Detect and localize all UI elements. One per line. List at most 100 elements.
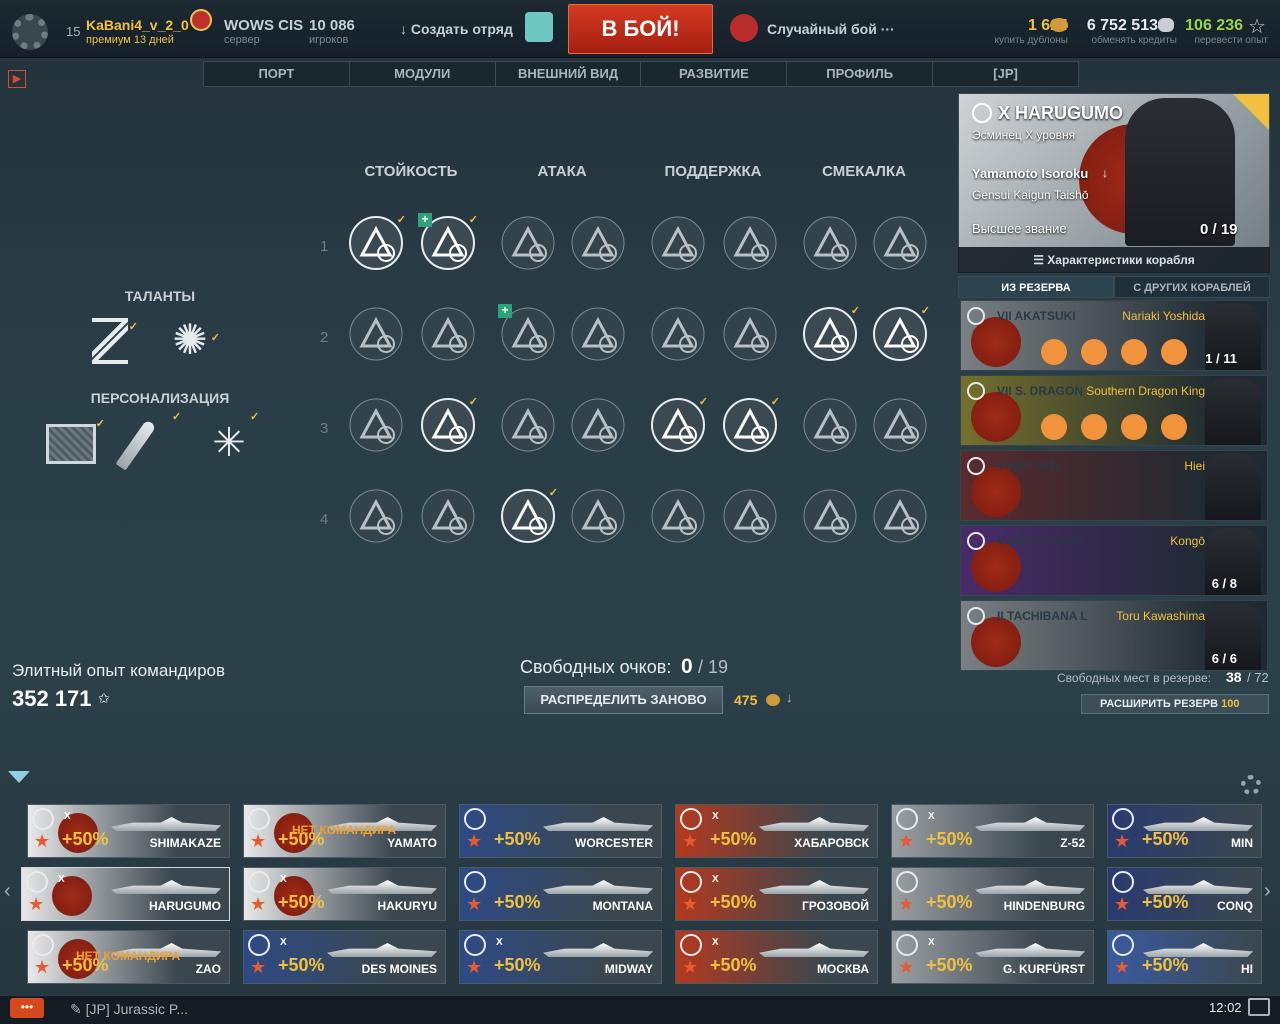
ship-class-icon — [680, 934, 702, 956]
nav-profile[interactable]: ПРОФИЛЬ — [787, 62, 934, 86]
squad-icon[interactable] — [525, 12, 553, 42]
reserve-commander[interactable]: V ARP KONGŌ Kongō 6 / 8 — [960, 525, 1268, 596]
carousel-right-arrow[interactable]: › — [1264, 880, 1271, 903]
convert-xp-link[interactable]: перевести опыт — [1168, 35, 1268, 46]
ship-tile[interactable]: ★ +50% НЕТ КОМАНДИРА YAMATO — [243, 804, 446, 858]
skill-r3-c7-icon[interactable] — [802, 397, 858, 453]
skill-r3-c5-icon[interactable]: ✓ — [650, 396, 708, 453]
redistribute-button[interactable]: РАСПРЕДЕЛИТЬ ЗАНОВО — [524, 686, 723, 714]
skill-r2-c6-icon[interactable] — [722, 306, 778, 362]
buy-doubloons-link[interactable]: купить дублоны — [958, 35, 1068, 46]
clock: 12:02 — [1209, 1000, 1242, 1015]
settings-gear-icon[interactable] — [12, 14, 48, 50]
ship-tile[interactable]: X ★ +50% Z-52 — [891, 804, 1094, 858]
reserve-commander-name: Kongō — [1170, 534, 1205, 548]
tab-other-ships[interactable]: С ДРУГИХ КОРАБЛЕЙ — [1114, 276, 1270, 298]
skill-r2-c1-icon[interactable] — [348, 306, 404, 362]
ship-class-icon — [967, 532, 985, 550]
skill-r4-c2-icon[interactable] — [420, 488, 476, 544]
skill-r1-c6-icon[interactable] — [722, 215, 778, 271]
exchange-credits-link[interactable]: обменять кредиты — [1067, 35, 1177, 46]
ship-tile[interactable]: ★ +50% HI — [1107, 930, 1262, 984]
nav-port[interactable]: ПОРТ — [204, 62, 350, 86]
skill-r1-c2-icon[interactable]: ✓ + — [418, 213, 478, 271]
ship-tile[interactable]: ★ +50% HINDENBURG — [891, 867, 1094, 921]
skill-r3-c8-icon[interactable] — [872, 397, 928, 453]
skill-r4-c3-icon[interactable]: ✓ — [500, 487, 558, 544]
reserve-commander[interactable]: VII AKATSUKI Nariaki Yoshida 1 / 11 — [960, 300, 1268, 371]
video-play-icon[interactable]: ▶ — [8, 70, 26, 88]
skill-r1-c1-icon[interactable]: ✓ — [348, 214, 406, 271]
ship-name: МОСКВА — [816, 962, 869, 976]
skill-r1-c7-icon[interactable] — [802, 215, 858, 271]
cost-dropdown-icon[interactable]: ↓ — [786, 690, 793, 705]
skill-r2-c3-icon[interactable]: + — [498, 304, 556, 362]
nav-clan[interactable]: [JP] — [933, 62, 1078, 86]
ship-stats-button[interactable]: ☰ Характеристики корабля — [958, 247, 1270, 273]
nav-development[interactable]: РАЗВИТИЕ — [641, 62, 788, 86]
random-battle-icon[interactable] — [730, 14, 758, 42]
skill-r2-c7-icon[interactable]: ✓ — [802, 305, 860, 362]
reserve-commander[interactable]: V ARP HIEI Hiei — [960, 450, 1268, 521]
nav-modules[interactable]: МОДУЛИ — [350, 62, 496, 86]
reserve-commander[interactable]: VII S. DRAGON Southern Dragon King — [960, 375, 1268, 446]
ship-tile[interactable]: X ★ +50% DES MOINES — [243, 930, 446, 984]
ship-tile[interactable]: ★ +50% CONQ — [1107, 867, 1262, 921]
carousel-settings-icon[interactable] — [1241, 775, 1261, 795]
free-points-value: 0 — [681, 655, 693, 678]
expand-reserve-button[interactable]: РАСШИРИТЬ РЕЗЕРВ 100 — [1081, 694, 1269, 714]
skill-r1-c4-icon[interactable] — [570, 215, 626, 271]
skill-r3-c4-icon[interactable] — [570, 397, 626, 453]
username[interactable]: KaBani4_v_2_0 — [86, 17, 189, 33]
ship-tile[interactable]: X ★ +50% МОСКВА — [675, 930, 878, 984]
skill-r1-c5-icon[interactable] — [650, 215, 706, 271]
ship-tile[interactable]: ★ +50% MIN — [1107, 804, 1262, 858]
ship-tile[interactable]: ★ +50% MONTANA — [459, 867, 662, 921]
skill-r3-c6-icon[interactable]: ✓ — [722, 396, 780, 453]
chat-button[interactable]: ••• — [10, 998, 44, 1018]
ship-tile[interactable]: X ★ +50% G. KURFÜRST — [891, 930, 1094, 984]
skill-r4-c5-icon[interactable] — [650, 488, 706, 544]
skill-r4-c7-icon[interactable] — [802, 488, 858, 544]
reserve-commander[interactable]: II TACHIBANA L Toru Kawashima 6 / 6 — [960, 600, 1268, 671]
window-icon[interactable] — [1248, 998, 1270, 1016]
battle-button[interactable]: В БОЙ! — [568, 4, 713, 54]
filter-icon[interactable] — [8, 771, 30, 783]
ship-tile[interactable]: X ★ +50% ГРОЗОВОЙ — [675, 867, 878, 921]
skill-r2-c8-icon[interactable]: ✓ — [872, 305, 930, 362]
nav-exterior[interactable]: ВНЕШНИЙ ВИД — [496, 62, 642, 86]
ship-tile[interactable]: ★ +50% НЕТ КОМАНДИРА ZAO — [27, 930, 230, 984]
camouflage-icon[interactable] — [115, 419, 157, 471]
chat-tab[interactable]: ✎ [JP] Jurassic P... — [70, 1001, 188, 1018]
skill-r2-c4-icon[interactable] — [570, 306, 626, 362]
free-points-total: / 19 — [698, 657, 729, 677]
ship-tile[interactable]: X ★ +50% SHIMAKAZE — [27, 804, 230, 858]
ship-tile[interactable]: X ★ +50% MIDWAY — [459, 930, 662, 984]
skill-r3-c2-icon[interactable]: ✓ — [420, 396, 478, 453]
skill-r2-c2-icon[interactable] — [420, 306, 476, 362]
tab-from-reserve[interactable]: ИЗ РЕЗЕРВА — [958, 276, 1114, 298]
skill-r1-c8-icon[interactable] — [872, 215, 928, 271]
flag-icon[interactable]: ✓ — [46, 418, 105, 464]
ship-tile[interactable]: X ★ HARUGUMO — [21, 867, 230, 921]
skill-r4-c8-icon[interactable] — [872, 488, 928, 544]
commander-name[interactable]: Yamamoto Isoroku — [972, 166, 1088, 181]
hourglass-talent-icon[interactable]: ✓ — [92, 318, 138, 364]
explosion-effect-icon[interactable]: ✳ — [206, 420, 252, 466]
skill-r4-c4-icon[interactable] — [570, 488, 626, 544]
create-squad-button[interactable]: ↓ Создать отряд — [400, 21, 513, 37]
carousel-left-arrow[interactable]: ‹ — [4, 880, 11, 903]
commander-dropdown-icon[interactable]: ↓ — [1102, 166, 1108, 180]
clan-flag-icon[interactable] — [190, 9, 212, 31]
ship-tile[interactable]: ★ +50% WORCESTER — [459, 804, 662, 858]
octopus-talent-icon[interactable]: ✺ ✓ — [162, 314, 220, 366]
skill-r4-c1-icon[interactable] — [348, 488, 404, 544]
skill-r3-c3-icon[interactable] — [500, 397, 556, 453]
ship-tile[interactable]: X ★ +50% ХАБАРОВСК — [675, 804, 878, 858]
battle-mode-selector[interactable]: Случайный бой ··· — [767, 21, 895, 37]
skill-r4-c6-icon[interactable] — [722, 488, 778, 544]
ship-tile[interactable]: X ★ +50% HAKURYU — [243, 867, 446, 921]
skill-r1-c3-icon[interactable] — [500, 215, 556, 271]
skill-r2-c5-icon[interactable] — [650, 306, 706, 362]
skill-r3-c1-icon[interactable] — [348, 397, 404, 453]
